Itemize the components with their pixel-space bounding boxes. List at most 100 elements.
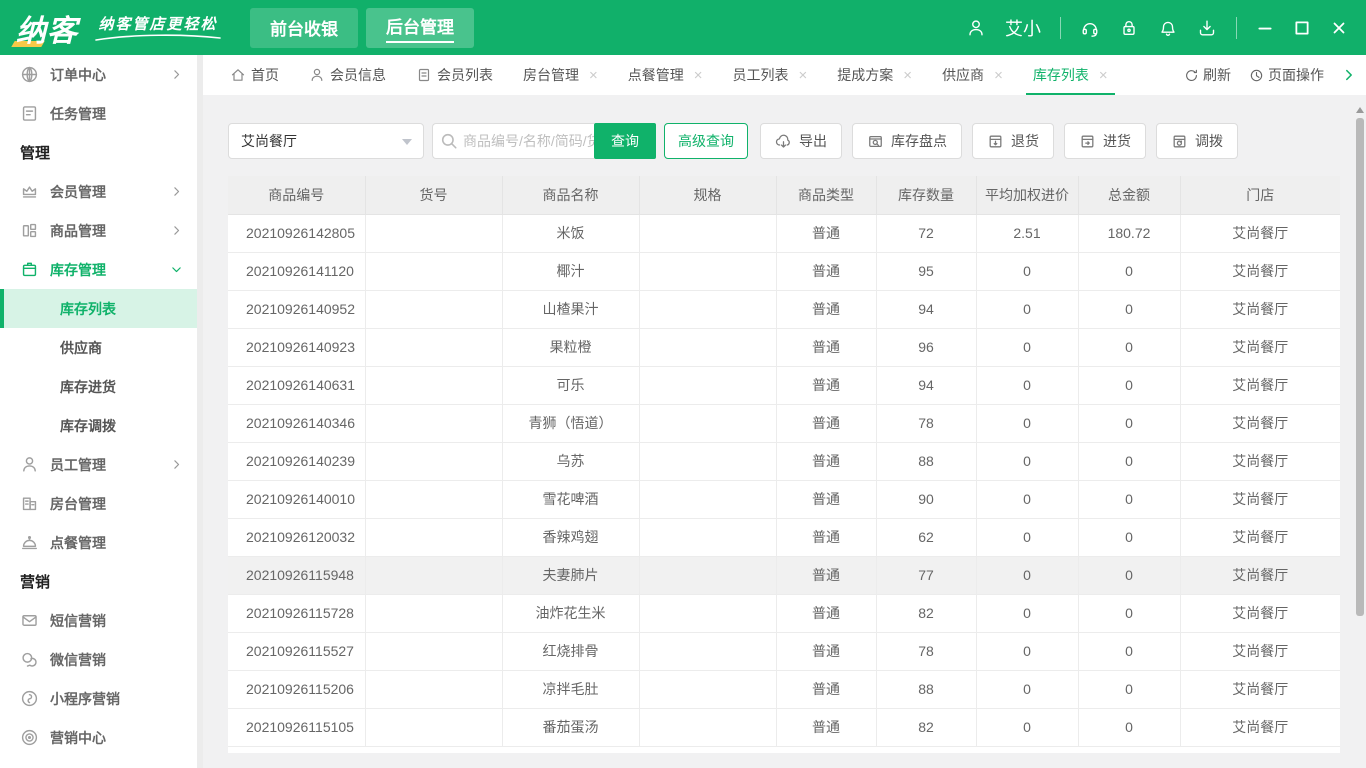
tab-6[interactable]: 提成方案 × (822, 55, 927, 95)
sidebar-subitem-7[interactable]: 供应商 (0, 328, 197, 367)
table-row-6[interactable]: 20210926140239乌苏普通8800艾尚餐厅 (228, 442, 1340, 480)
table-cell: 普通 (776, 594, 876, 632)
sidebar-item-17[interactable]: 营销中心 (0, 718, 197, 757)
download-icon[interactable] (1197, 18, 1217, 38)
table-row-1[interactable]: 20210926141120椰汁普通9500艾尚餐厅 (228, 252, 1340, 290)
tab-close-icon[interactable]: × (1099, 68, 1108, 83)
sidebar-subitem-6[interactable]: 库存列表 (0, 289, 197, 328)
tab-label: 员工列表 (733, 65, 789, 85)
titlebar-nav: 前台收银后台管理 (250, 8, 474, 48)
tab-close-icon[interactable]: × (799, 68, 808, 83)
tab-close-icon[interactable]: × (994, 68, 1003, 83)
tab-close-icon[interactable]: × (589, 68, 598, 83)
tab-label: 库存列表 (1033, 65, 1089, 85)
advanced-query-button[interactable]: 高级查询 (664, 123, 748, 159)
chevron-right-icon[interactable] (1342, 68, 1356, 82)
nav-backend-admin[interactable]: 后台管理 (366, 8, 474, 48)
table-cell (365, 252, 502, 290)
scroll-up-arrow-icon[interactable] (1356, 107, 1364, 113)
sidebar-item-11[interactable]: 房台管理 (0, 484, 197, 523)
tab-label: 会员信息 (330, 65, 386, 85)
toolbar-button-3[interactable]: 进货 (1064, 123, 1146, 159)
page-actions-button[interactable]: 页面操作 (1249, 65, 1324, 85)
table-row-13[interactable]: 20210926115105番茄蛋汤普通8200艾尚餐厅 (228, 708, 1340, 746)
table-cell (639, 594, 776, 632)
toolbar: 艾尚餐厅 查询 高级查询 导出库存盘点退货进货调拨 (228, 123, 1238, 159)
table-row-10[interactable]: 20210926115728油炸花生米普通8200艾尚餐厅 (228, 594, 1340, 632)
table-cell: 0 (976, 594, 1078, 632)
tab-8[interactable]: 库存列表 × (1018, 55, 1123, 95)
table-row-0[interactable]: 20210926142805米饭普通722.51180.72艾尚餐厅 (228, 214, 1340, 252)
username[interactable]: 艾小 (1005, 15, 1041, 41)
sidebar-item-0[interactable]: 订单中心 (0, 55, 197, 94)
sidebar-subitem-8[interactable]: 库存进货 (0, 367, 197, 406)
table-cell: 95 (876, 252, 976, 290)
table-row-2[interactable]: 20210926140952山楂果汁普通9400艾尚餐厅 (228, 290, 1340, 328)
sidebar-menu: 订单中心任务管理管理会员管理商品管理库存管理库存列表供应商库存进货库存调拨员工管… (0, 55, 197, 768)
tab-label: 提成方案 (837, 65, 893, 85)
minimize-button[interactable] (1256, 19, 1274, 37)
tab-4[interactable]: 点餐管理× (613, 55, 718, 95)
sidebar-item-3[interactable]: 会员管理 (0, 172, 197, 211)
table-cell: 2.51 (976, 214, 1078, 252)
refresh-button[interactable]: 刷新 (1184, 65, 1231, 85)
table-cell: 香辣鸡翅 (502, 518, 639, 556)
table-row-8[interactable]: 20210926120032香辣鸡翅普通6200艾尚餐厅 (228, 518, 1340, 556)
table-cell: 20210926140952 (228, 290, 365, 328)
sidebar-item-16[interactable]: 小程序营销 (0, 679, 197, 718)
table-cell (639, 556, 776, 594)
store-select[interactable]: 艾尚餐厅 (228, 123, 424, 159)
nav-front-cashier[interactable]: 前台收银 (250, 8, 358, 48)
sidebar-item-5[interactable]: 库存管理 (0, 250, 197, 289)
table-row-4[interactable]: 20210926140631可乐普通9400艾尚餐厅 (228, 366, 1340, 404)
table-cell: 0 (1078, 366, 1180, 404)
query-button[interactable]: 查询 (594, 123, 656, 159)
table-row-11[interactable]: 20210926115527红烧排骨普通7800艾尚餐厅 (228, 632, 1340, 670)
cloche-icon (20, 533, 39, 552)
toolbar-button-4[interactable]: 调拨 (1156, 123, 1238, 159)
tab-close-icon[interactable]: × (903, 68, 912, 83)
lock-icon[interactable] (1119, 18, 1139, 38)
table-cell: 0 (976, 442, 1078, 480)
home-icon (230, 67, 246, 83)
column-header: 平均加权进价 (976, 176, 1078, 214)
sidebar-item-4[interactable]: 商品管理 (0, 211, 197, 250)
table-cell: 78 (876, 632, 976, 670)
table-cell (639, 632, 776, 670)
tab-0[interactable]: 首页 (215, 55, 294, 95)
tab-7[interactable]: 供应商× (927, 55, 1018, 95)
bell-icon[interactable] (1158, 18, 1178, 38)
table-row-5[interactable]: 20210926140346青狮（悟道）普通7800艾尚餐厅 (228, 404, 1340, 442)
maximize-button[interactable] (1293, 19, 1311, 37)
tab-1[interactable]: 会员信息 (294, 55, 401, 95)
titlebar-right: 艾小 (966, 15, 1366, 41)
toolbar-button-0[interactable]: 导出 (760, 123, 842, 159)
export-icon (775, 133, 792, 150)
toolbar-button-1[interactable]: 库存盘点 (852, 123, 962, 159)
sidebar-item-10[interactable]: 员工管理 (0, 445, 197, 484)
sidebar-item-14[interactable]: 短信营销 (0, 601, 197, 640)
table-cell: 凉拌毛肚 (502, 670, 639, 708)
sidebar-item-15[interactable]: 微信营销 (0, 640, 197, 679)
table-row-12[interactable]: 20210926115206凉拌毛肚普通8800艾尚餐厅 (228, 670, 1340, 708)
headset-icon[interactable] (1080, 18, 1100, 38)
app-slogan: 纳客管店更轻松 (94, 13, 222, 42)
content-scrollbar[interactable] (1356, 107, 1364, 616)
scrollbar-thumb[interactable] (1356, 118, 1364, 616)
table-cell: 艾尚餐厅 (1180, 480, 1340, 518)
table-row-3[interactable]: 20210926140923果粒橙普通9600艾尚餐厅 (228, 328, 1340, 366)
table-row-9[interactable]: 20210926115948夫妻肺片普通7700艾尚餐厅 (228, 556, 1340, 594)
table-row-7[interactable]: 20210926140010雪花啤酒普通9000艾尚餐厅 (228, 480, 1340, 518)
tab-2[interactable]: 会员列表 (401, 55, 508, 95)
tab-close-icon[interactable]: × (694, 68, 703, 83)
table-cell: 0 (976, 290, 1078, 328)
column-header: 货号 (365, 176, 502, 214)
tab-5[interactable]: 员工列表 × (718, 55, 823, 95)
close-button[interactable] (1330, 19, 1348, 37)
toolbar-button-2[interactable]: 退货 (972, 123, 1054, 159)
sidebar-item-1[interactable]: 任务管理 (0, 94, 197, 133)
tab-3[interactable]: 房台管理× (508, 55, 613, 95)
sidebar-subitem-9[interactable]: 库存调拨 (0, 406, 197, 445)
sidebar-item-12[interactable]: 点餐管理 (0, 523, 197, 562)
sidebar-scrollbar[interactable] (197, 55, 203, 768)
